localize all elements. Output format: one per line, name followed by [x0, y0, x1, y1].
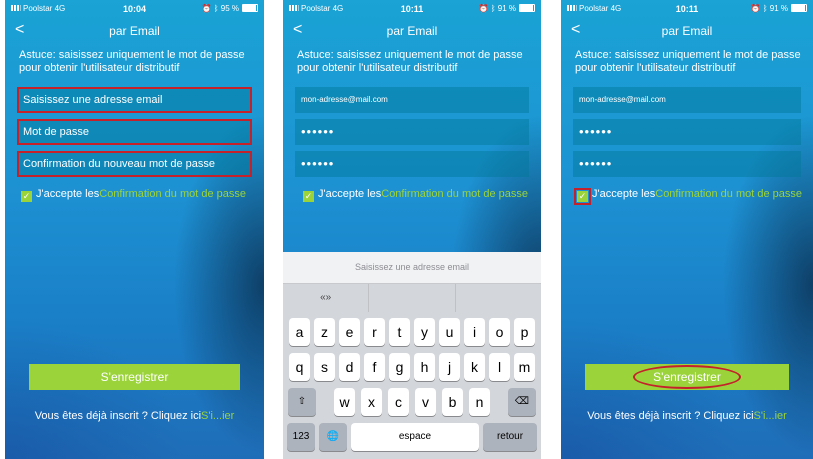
key-j[interactable]: j [439, 353, 460, 381]
key-d[interactable]: d [339, 353, 360, 381]
hint-text: Astuce: saisissez uniquement le mot de p… [575, 49, 801, 74]
key-a[interactable]: a [289, 318, 310, 346]
keyboard-row-1: a z e r t y u i o p [283, 318, 541, 346]
key-t[interactable]: t [389, 318, 410, 346]
battery-icon [519, 4, 535, 12]
terms-checkbox[interactable]: ✓ [574, 188, 591, 205]
email-field[interactable]: mon-adresse@mail.com [573, 87, 801, 113]
bluetooth-icon: ᛒ [213, 4, 219, 13]
space-key[interactable]: espace [351, 423, 479, 451]
register-button[interactable]: S'enregistrer [585, 364, 789, 390]
keyboard-row-3: ⇧ w x c v b n ⌫ [283, 388, 541, 416]
signin-link[interactable]: S'i...ier [754, 410, 787, 422]
key-b[interactable]: b [442, 388, 463, 416]
signin-link[interactable]: S'i...ier [201, 410, 234, 422]
keyboard-row-4: 123 🌐 espace retour [283, 423, 541, 451]
email-field[interactable]: mon-adresse@mail.com [295, 87, 529, 113]
key-w[interactable]: w [334, 388, 355, 416]
status-bar: Poolstar 4G 10:04 ⏰ ᛒ 95 % [5, 0, 264, 16]
keyboard-row-2: q s d f g h j k l m [283, 353, 541, 381]
alarm-icon: ⏰ [201, 4, 212, 13]
password-field[interactable]: •••••• [295, 119, 529, 145]
screen-3: Poolstar 4G 10:11 ⏰ ᛒ 91 % < par Email A… [561, 0, 813, 459]
hint-text: Astuce: saisissez uniquement le mot de p… [19, 49, 245, 74]
battery-percent: 91 % [769, 4, 788, 13]
nav-bar: < par Email [5, 21, 264, 42]
key-m[interactable]: m [514, 353, 535, 381]
page-title: par Email [386, 24, 438, 38]
confirm-password-field[interactable]: •••••• [295, 151, 529, 177]
bluetooth-icon: ᛒ [490, 4, 496, 13]
terms-checkbox[interactable]: ✓ [21, 191, 32, 202]
confirm-password-field[interactable]: Confirmation du nouveau mot de passe [17, 151, 252, 177]
password-field[interactable]: Mot de passe [17, 119, 252, 145]
already-text: Vous êtes déjà inscrit ? Cliquez ici [587, 410, 754, 422]
status-bar: Poolstar 4G 10:11 ⏰ ᛒ 91 % [283, 0, 541, 16]
key-v[interactable]: v [415, 388, 436, 416]
accept-prefix: J'accepte les [36, 188, 100, 200]
terms-link[interactable]: Confirmation du mot de passe [655, 188, 802, 200]
key-l[interactable]: l [489, 353, 510, 381]
key-y[interactable]: y [414, 318, 435, 346]
key-i[interactable]: i [464, 318, 485, 346]
email-field[interactable]: Saisissez une adresse email [17, 87, 252, 113]
battery-icon [791, 4, 807, 12]
alarm-icon: ⏰ [750, 4, 761, 13]
key-u[interactable]: u [439, 318, 460, 346]
prediction-item[interactable]: «» [283, 284, 370, 312]
key-k[interactable]: k [464, 353, 485, 381]
key-e[interactable]: e [339, 318, 360, 346]
prediction-item[interactable] [456, 284, 541, 312]
register-button-label: S'enregistrer [633, 365, 741, 389]
accept-terms: ✓ J'accepte lesConfirmation du mot de pas… [574, 188, 802, 205]
password-field[interactable]: •••••• [573, 119, 801, 145]
page-title: par Email [109, 24, 160, 38]
terms-checkbox[interactable]: ✓ [303, 191, 314, 202]
return-key[interactable]: retour [483, 423, 537, 451]
status-bar: Poolstar 4G 10:11 ⏰ ᛒ 91 % [561, 0, 813, 16]
nav-bar: < par Email [561, 21, 813, 42]
hint-text: Astuce: saisissez uniquement le mot de p… [297, 49, 523, 74]
key-n[interactable]: n [469, 388, 490, 416]
already-registered: Vous êtes déjà inscrit ? Cliquez iciS'i.… [561, 410, 813, 422]
keyboard-input-hint: Saisissez une adresse email [283, 252, 541, 284]
confirm-password-field[interactable]: •••••• [573, 151, 801, 177]
prediction-item[interactable] [369, 284, 456, 312]
accept-prefix: J'accepte les [592, 188, 656, 200]
key-p[interactable]: p [514, 318, 535, 346]
alarm-icon: ⏰ [478, 4, 489, 13]
key-h[interactable]: h [414, 353, 435, 381]
page-title: par Email [661, 24, 713, 38]
key-r[interactable]: r [364, 318, 385, 346]
battery-icon [242, 4, 258, 12]
globe-icon[interactable]: 🌐 [319, 423, 347, 451]
screen-1: Poolstar 4G 10:04 ⏰ ᛒ 95 % < par Email A… [5, 0, 264, 459]
key-g[interactable]: g [389, 353, 410, 381]
accept-terms: ✓ J'accepte lesConfirmation du mot de pas… [21, 188, 246, 202]
already-text: Vous êtes déjà inscrit ? Cliquez ici [34, 410, 202, 422]
register-button[interactable]: S'enregistrer [29, 364, 240, 390]
nav-bar: < par Email [283, 21, 541, 42]
bluetooth-icon: ᛒ [762, 4, 768, 13]
key-f[interactable]: f [364, 353, 385, 381]
numbers-key[interactable]: 123 [287, 423, 315, 451]
accept-terms: ✓ J'accepte lesConfirmation du mot de pas… [303, 188, 528, 202]
key-q[interactable]: q [289, 353, 310, 381]
backspace-key-icon[interactable]: ⌫ [508, 388, 536, 416]
accept-prefix: J'accepte les [318, 188, 382, 200]
battery-percent: 95 % [220, 4, 239, 13]
shift-key-icon[interactable]: ⇧ [288, 388, 316, 416]
prediction-bar: «» [283, 284, 541, 312]
already-registered: Vous êtes déjà inscrit ? Cliquez iciS'i.… [5, 410, 264, 422]
screen-2: Poolstar 4G 10:11 ⏰ ᛒ 91 % < par Email A… [283, 0, 541, 459]
key-c[interactable]: c [388, 388, 409, 416]
key-z[interactable]: z [314, 318, 335, 346]
terms-link[interactable]: Confirmation du mot de passe [381, 188, 528, 200]
key-s[interactable]: s [314, 353, 335, 381]
key-x[interactable]: x [361, 388, 382, 416]
key-o[interactable]: o [489, 318, 510, 346]
terms-link[interactable]: Confirmation du mot de passe [99, 188, 246, 200]
keyboard: Saisissez une adresse email «» a z e r t… [283, 252, 541, 459]
battery-percent: 91 % [497, 4, 516, 13]
